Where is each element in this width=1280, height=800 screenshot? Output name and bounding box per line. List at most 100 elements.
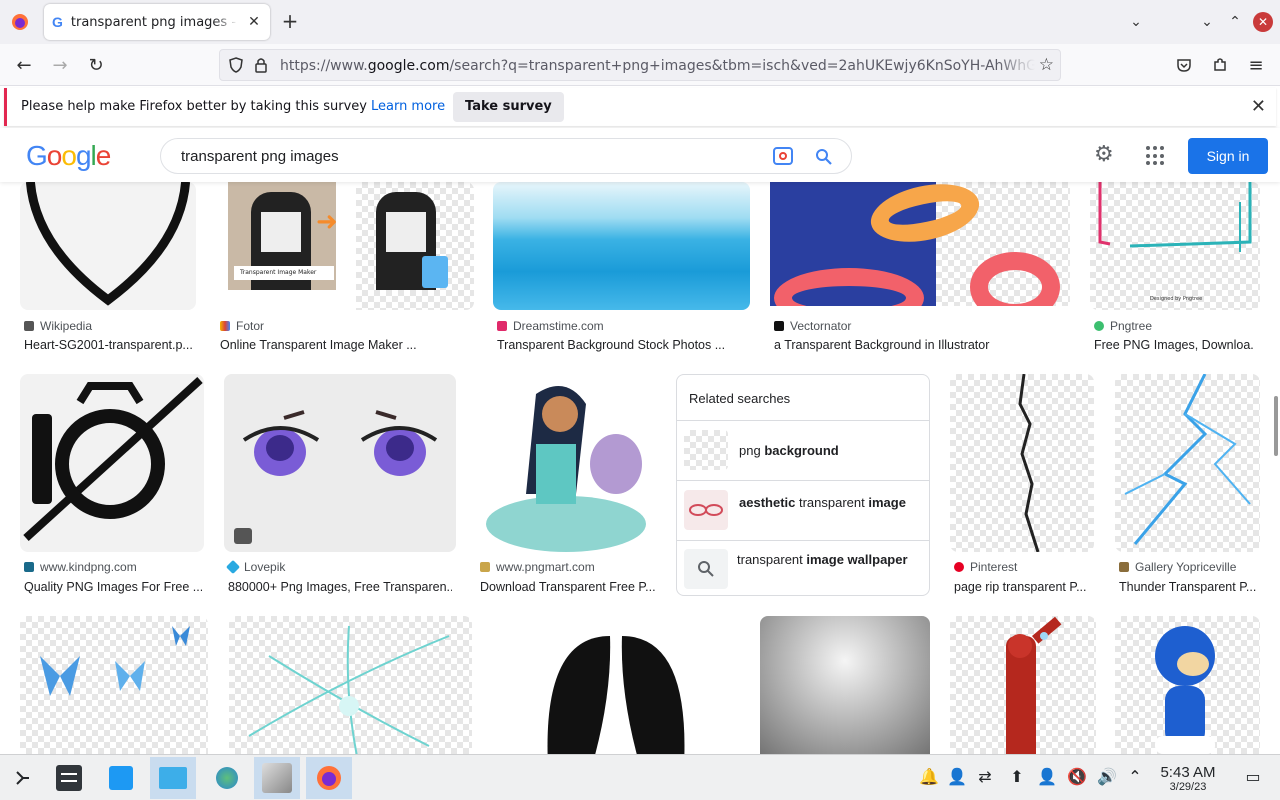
- audio-muted-icon[interactable]: 🔇: [1066, 767, 1088, 786]
- search-icon[interactable]: [815, 148, 833, 166]
- globe-app-icon[interactable]: [204, 757, 250, 799]
- result-source[interactable]: Pinterest: [954, 560, 1017, 574]
- forward-icon[interactable]: →: [48, 53, 72, 77]
- learn-more-link[interactable]: Learn more: [371, 99, 445, 114]
- system-settings-icon[interactable]: [46, 757, 92, 799]
- take-survey-button[interactable]: Take survey: [453, 92, 564, 122]
- image-viewer-app-icon[interactable]: [254, 757, 300, 799]
- result-caption[interactable]: 880000+ Png Images, Free Transparen...: [228, 580, 452, 594]
- tray-expand-icon[interactable]: ⌃: [1124, 767, 1146, 786]
- survey-notification-bar: Please help make Firefox better by takin…: [4, 88, 1276, 126]
- result-source[interactable]: Fotor: [220, 319, 264, 333]
- notifications-icon[interactable]: 🔔: [918, 767, 940, 786]
- tab-title: transparent png images - Google Search: [70, 14, 238, 30]
- result-caption[interactable]: Quality PNG Images For Free ...: [24, 580, 202, 594]
- related-search-png-background[interactable]: png background: [677, 420, 929, 480]
- result-thumbnail-black-wings[interactable]: [492, 616, 740, 754]
- tracking-shield-icon[interactable]: [228, 57, 244, 77]
- list-all-tabs-icon[interactable]: ⌄: [1124, 10, 1148, 34]
- show-desktop-icon[interactable]: ▭: [1242, 767, 1264, 786]
- settings-gear-icon[interactable]: ⚙: [1094, 144, 1114, 166]
- survey-message: Please help make Firefox better by takin…: [21, 99, 445, 114]
- result-source[interactable]: Wikipedia: [24, 319, 92, 333]
- extensions-icon[interactable]: [1208, 53, 1232, 77]
- result-caption[interactable]: Online Transparent Image Maker ...: [220, 338, 474, 352]
- back-icon[interactable]: ←: [12, 53, 36, 77]
- related-search-aesthetic-transparent-image[interactable]: aesthetic transparent im­age: [677, 480, 929, 540]
- accounts-icon[interactable]: 👤: [1036, 767, 1058, 786]
- result-source[interactable]: Lovepik: [225, 559, 285, 575]
- result-thumbnail-swirl[interactable]: [229, 616, 472, 754]
- tab-bar: G transparent png images - Google Search…: [0, 0, 1280, 44]
- updates-icon[interactable]: ⬆: [1006, 767, 1028, 786]
- result-caption[interactable]: Transparent Background Stock Photos ...: [497, 338, 751, 352]
- clock-time: 5:43 AM: [1160, 764, 1216, 781]
- maximize-icon[interactable]: ⌃: [1223, 10, 1247, 34]
- pngtree-watermark: Designed by Pngtree: [1150, 296, 1203, 302]
- lock-icon[interactable]: [254, 57, 268, 77]
- firefox-view-icon[interactable]: [0, 4, 40, 40]
- related-search-label[interactable]: aesthetic transparent im­age: [739, 495, 919, 511]
- software-store-icon[interactable]: [98, 757, 144, 799]
- result-thumbnail-iron-man[interactable]: [950, 616, 1096, 754]
- result-thumbnail-smoke[interactable]: [760, 616, 930, 754]
- browser-tab-active[interactable]: G transparent png images - Google Search…: [44, 4, 270, 40]
- volume-icon[interactable]: 🔊: [1096, 767, 1118, 786]
- result-source[interactable]: Vectornator: [774, 319, 851, 333]
- result-thumbnail-frame[interactable]: Designed by Pngtree: [1090, 182, 1260, 310]
- minimize-icon[interactable]: ⌄: [1195, 10, 1219, 34]
- url-text[interactable]: https://www.google.com/search?q=transpar…: [280, 58, 1035, 74]
- result-thumbnail-page-rip[interactable]: [950, 374, 1094, 552]
- result-caption[interactable]: Heart-SG2001-transparent.p...: [24, 338, 194, 352]
- result-source[interactable]: www.kindpng.com: [24, 560, 137, 574]
- related-search-label[interactable]: transparent image wallpa­per: [737, 552, 917, 568]
- google-apps-icon[interactable]: [1146, 146, 1166, 166]
- new-tab-button[interactable]: +: [278, 10, 302, 34]
- user-icon[interactable]: 👤: [946, 767, 968, 786]
- related-search-transparent-image-wallpaper[interactable]: transparent image wallpa­per: [677, 540, 929, 596]
- reload-icon[interactable]: ↻: [84, 53, 108, 77]
- result-caption[interactable]: page rip transparent P...: [954, 580, 1094, 594]
- network-icon[interactable]: ⇄: [974, 767, 996, 786]
- result-source[interactable]: Pngtree: [1094, 319, 1152, 333]
- result-thumbnail-water[interactable]: [493, 182, 750, 310]
- page-scrollbar[interactable]: [1274, 396, 1278, 456]
- result-source[interactable]: Dreamstime.com: [497, 319, 604, 333]
- related-search-label[interactable]: png background: [739, 443, 919, 459]
- search-input[interactable]: [181, 145, 761, 167]
- pocket-icon[interactable]: [1172, 53, 1196, 77]
- firefox-taskbar-icon[interactable]: [306, 757, 352, 799]
- clock-date: 3/29/23: [1169, 781, 1207, 793]
- result-thumbnail-anime-eyes[interactable]: [224, 374, 456, 552]
- app-launcher-icon[interactable]: [0, 757, 46, 799]
- file-manager-icon[interactable]: [150, 757, 196, 799]
- result-thumbnail-heart[interactable]: [20, 182, 196, 310]
- site-favicon-icon: [497, 321, 507, 331]
- result-caption[interactable]: Free PNG Images, Downloa...: [1094, 338, 1254, 352]
- result-caption[interactable]: Download Transparent Free P...: [480, 580, 656, 594]
- result-thumbnail-butterflies[interactable]: [20, 616, 208, 754]
- google-header: Google ⚙ Sign in: [0, 128, 1280, 182]
- result-source[interactable]: Gallery Yopriceville: [1119, 560, 1236, 574]
- result-source[interactable]: www.pngmart.com: [480, 560, 595, 574]
- result-caption[interactable]: Thunder Transparent P...: [1119, 580, 1257, 594]
- result-thumbnail-camera-logo[interactable]: [20, 374, 204, 552]
- bookmark-star-icon[interactable]: ☆: [1039, 55, 1054, 75]
- site-favicon-icon: [24, 321, 34, 331]
- sign-in-button[interactable]: Sign in: [1188, 138, 1268, 174]
- result-thumbnail-lightning[interactable]: [1115, 374, 1260, 552]
- app-menu-icon[interactable]: ≡: [1244, 53, 1268, 77]
- address-bar[interactable]: https://www.google.com/search?q=transpar…: [219, 49, 1061, 81]
- tab-close-icon[interactable]: ✕: [246, 14, 262, 30]
- clock[interactable]: 5:43 AM 3/29/23: [1154, 764, 1222, 793]
- image-results-grid: Wikipedia Heart-SG2001-transparent.p... …: [0, 182, 1280, 754]
- result-thumbnail-photo-editor[interactable]: ➜ Transparent Image Maker: [216, 182, 474, 310]
- result-caption[interactable]: a Transparent Background in Illustrator: [774, 338, 1064, 352]
- window-close-icon[interactable]: ✕: [1253, 12, 1273, 32]
- search-by-image-camera-icon[interactable]: [773, 147, 793, 165]
- close-notification-icon[interactable]: ✕: [1251, 96, 1266, 117]
- google-logo[interactable]: Google: [26, 140, 111, 172]
- result-thumbnail-sonic[interactable]: [1115, 616, 1260, 754]
- result-thumbnail-cartoon-princess[interactable]: [476, 374, 656, 552]
- result-thumbnail-rings[interactable]: [770, 182, 1070, 306]
